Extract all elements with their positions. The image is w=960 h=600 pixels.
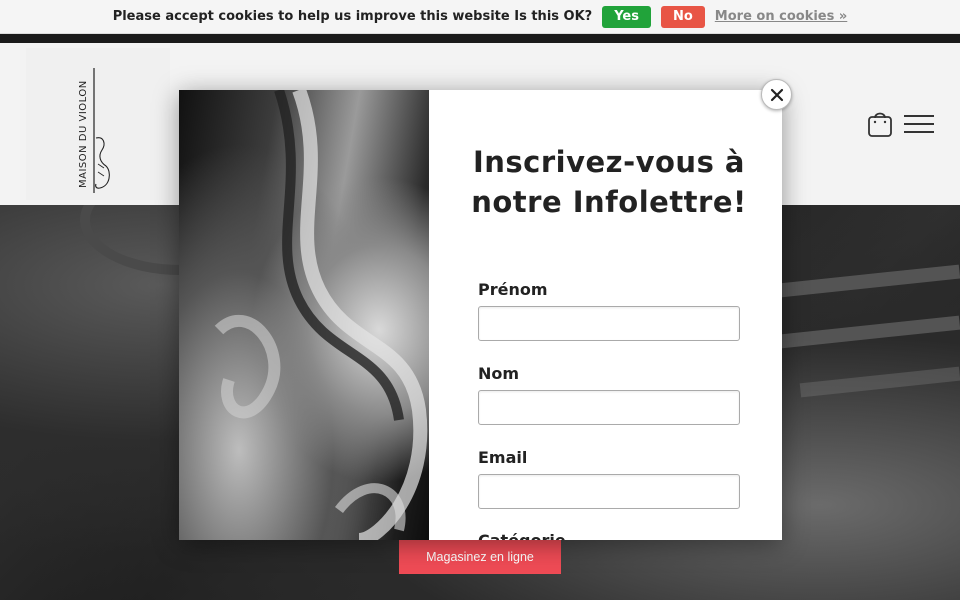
hamburger-menu-icon[interactable] bbox=[904, 115, 934, 133]
modal-violin-image bbox=[179, 90, 429, 540]
cookie-decline-button[interactable]: No bbox=[660, 5, 705, 28]
newsletter-form: Inscrivez-vous à notre Infolettre! Préno… bbox=[429, 90, 782, 540]
newsletter-modal: Inscrivez-vous à notre Infolettre! Préno… bbox=[179, 90, 782, 540]
site-logo[interactable]: MAISON DU VIOLON bbox=[26, 48, 170, 200]
modal-title: Inscrivez-vous à notre Infolettre! bbox=[471, 145, 747, 219]
cookie-bar: Please accept cookies to help us improve… bbox=[0, 0, 960, 34]
email-input[interactable] bbox=[478, 474, 740, 509]
email-label: Email bbox=[478, 448, 528, 467]
first-name-input[interactable] bbox=[478, 306, 740, 341]
close-icon bbox=[770, 88, 783, 101]
hero-decoration bbox=[759, 264, 960, 300]
hero-decoration bbox=[799, 366, 960, 398]
last-name-label: Nom bbox=[478, 364, 520, 383]
violin-scroll-illustration bbox=[214, 90, 428, 540]
first-name-label: Prénom bbox=[478, 280, 548, 299]
shop-online-button[interactable]: Magasinez en ligne bbox=[399, 539, 561, 574]
violin-logo-icon bbox=[93, 68, 110, 193]
last-name-input[interactable] bbox=[478, 390, 740, 425]
cookie-message: Please accept cookies to help us improve… bbox=[112, 9, 593, 24]
logo-text: MAISON DU VIOLON bbox=[78, 80, 89, 188]
close-modal-button[interactable] bbox=[761, 79, 792, 110]
more-on-cookies-link[interactable]: More on cookies » bbox=[715, 9, 847, 24]
cookie-accept-button[interactable]: Yes bbox=[602, 5, 651, 28]
shopping-bag-icon[interactable] bbox=[866, 109, 894, 139]
hero-decoration bbox=[779, 315, 960, 349]
category-label: Catégorie bbox=[478, 531, 566, 540]
